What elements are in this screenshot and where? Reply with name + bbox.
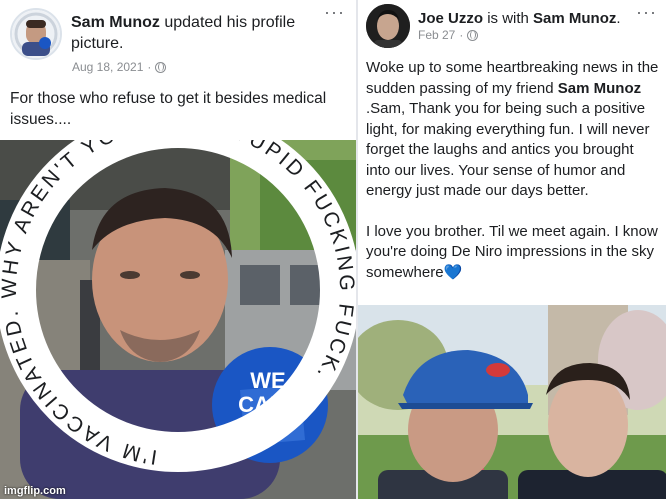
post-text-part2: .Sam, Thank you for being such a positiv… bbox=[366, 100, 650, 199]
joe-avatar[interactable] bbox=[366, 4, 410, 48]
post-text-mention[interactable]: Sam Munoz bbox=[558, 80, 641, 97]
sam-avatar-image bbox=[12, 10, 60, 58]
post-text: Woke up to some heartbreaking news in th… bbox=[366, 58, 662, 283]
post-text: For those who refuse to get it besides m… bbox=[10, 90, 327, 128]
meta-separator: · bbox=[147, 60, 152, 74]
post-meta: Aug 18, 2021 · bbox=[72, 60, 167, 74]
post-date[interactable]: Aug 18, 2021 bbox=[72, 60, 143, 74]
more-options-button[interactable]: ··· bbox=[324, 2, 345, 23]
post-text-para2: I love you brother. Til we meet again. I… bbox=[366, 222, 658, 281]
selfie-photo-image bbox=[358, 305, 666, 499]
tagged-name-link[interactable]: Sam Munoz bbox=[533, 10, 616, 27]
author-name-link[interactable]: Sam Munoz bbox=[71, 14, 160, 31]
blue-heart-icon: 💙 bbox=[443, 263, 463, 281]
profile-photo-image: WE CAN DO I'M VACCINATED. WHY AREN'T YOU… bbox=[0, 140, 356, 499]
with-text: is with bbox=[487, 10, 529, 27]
post-meta: Feb 27 · bbox=[418, 28, 479, 42]
post-header: Sam Munoz updated his profile picture. bbox=[71, 12, 301, 54]
imgflip-watermark: imgflip.com bbox=[4, 485, 66, 497]
more-options-button[interactable]: ··· bbox=[636, 2, 657, 23]
selfie-photo[interactable] bbox=[358, 305, 666, 499]
author-name-link[interactable]: Joe Uzzo bbox=[418, 10, 483, 27]
left-post: Sam Munoz updated his profile picture. A… bbox=[0, 0, 356, 499]
profile-picture-photo[interactable]: WE CAN DO I'M VACCINATED. WHY AREN'T YOU… bbox=[0, 140, 356, 499]
post-date[interactable]: Feb 27 bbox=[418, 28, 455, 42]
joe-avatar-image bbox=[366, 4, 410, 48]
meta-separator: · bbox=[459, 28, 464, 42]
period: . bbox=[616, 10, 621, 27]
right-post: Joe Uzzo is with Sam Munoz. Feb 27 · ···… bbox=[358, 0, 666, 499]
globe-icon bbox=[467, 29, 479, 41]
globe-icon bbox=[155, 61, 167, 73]
sam-avatar[interactable] bbox=[10, 8, 62, 60]
post-header: Joe Uzzo is with Sam Munoz. bbox=[418, 8, 648, 29]
